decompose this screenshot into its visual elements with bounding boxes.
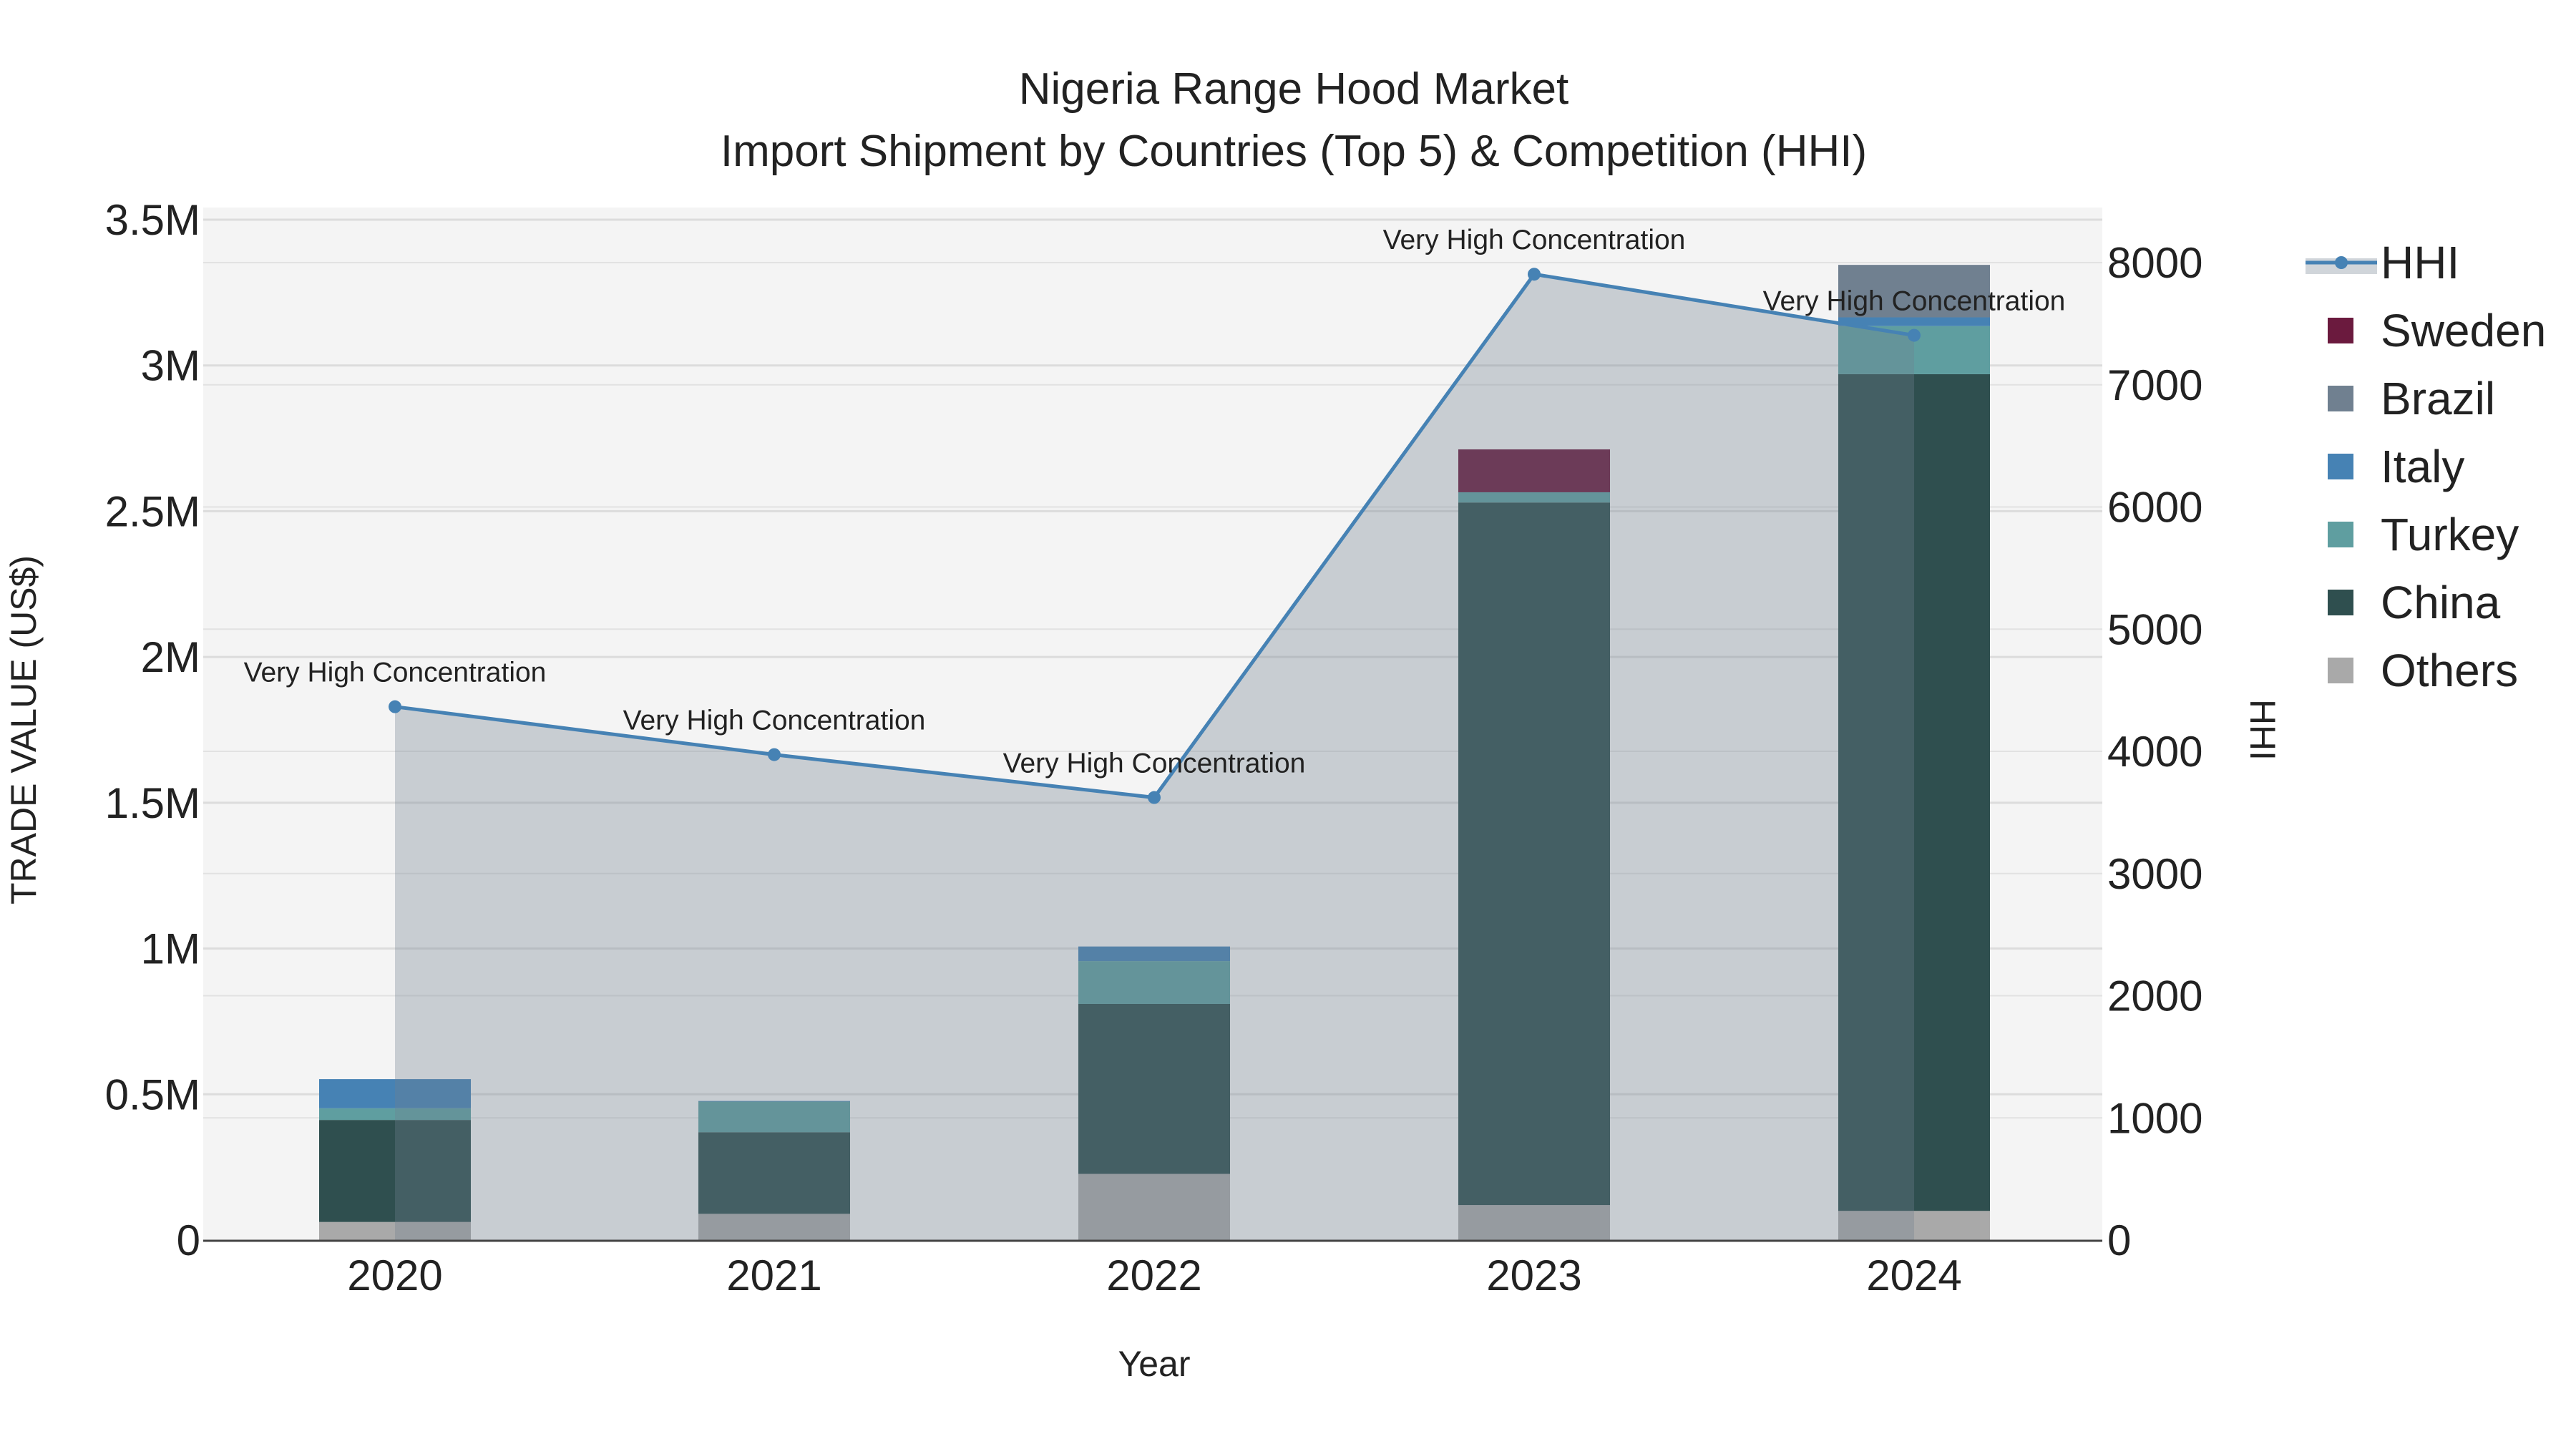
y-tick-label: 3M xyxy=(141,342,200,390)
y2-tick-label: 0 xyxy=(2107,1216,2131,1264)
hhi-annotation: Very High Concentration xyxy=(1003,748,1306,779)
legend-swatch-sweden xyxy=(2328,318,2353,343)
legend-label-sweden: Sweden xyxy=(2381,305,2546,356)
y-tick-label: 1.5M xyxy=(105,779,200,827)
y-tick-label: 1M xyxy=(141,925,200,973)
legend-label-hhi: HHI xyxy=(2381,237,2459,288)
hhi-point-2023 xyxy=(1528,268,1541,281)
legend-swatch-turkey xyxy=(2328,522,2353,547)
y2-tick-label: 1000 xyxy=(2107,1094,2202,1142)
legend-swatch-italy xyxy=(2328,454,2353,479)
y-tick-label: 3.5M xyxy=(105,196,200,244)
hhi-annotation: Very High Concentration xyxy=(1383,225,1686,255)
y2-tick-label: 6000 xyxy=(2107,484,2202,532)
legend-label-turkey: Turkey xyxy=(2381,509,2519,560)
legend-hhi-marker xyxy=(2335,256,2348,269)
y-tick-label: 0.5M xyxy=(105,1070,200,1118)
y2-tick-label: 2000 xyxy=(2107,972,2202,1020)
y2-tick-label: 5000 xyxy=(2107,605,2202,653)
legend-label-italy: Italy xyxy=(2381,441,2464,492)
hhi-point-2024 xyxy=(1908,328,1921,342)
hhi-annotation: Very High Concentration xyxy=(1763,286,2066,317)
chart: Very High Concentration Very High Concent… xyxy=(0,0,2576,1449)
chart-subtitle: Import Shipment by Countries (Top 5) & C… xyxy=(721,127,1867,176)
bar-italy-2024 xyxy=(1838,317,1990,326)
hhi-annotation: Very High Concentration xyxy=(244,658,547,688)
x-tick-label: 2020 xyxy=(347,1252,442,1299)
hhi-point-2021 xyxy=(768,748,781,761)
y2-axis-ticks: 0 1000 2000 3000 4000 5000 6000 7000 8000 xyxy=(2107,239,2202,1264)
legend-label-brazil: Brazil xyxy=(2381,373,2495,424)
hhi-annotation: Very High Concentration xyxy=(623,706,926,736)
y-tick-label: 0 xyxy=(177,1216,200,1264)
x-tick-label: 2021 xyxy=(726,1252,821,1299)
y-axis-label: TRADE VALUE (US$) xyxy=(4,555,44,904)
x-tick-label: 2023 xyxy=(1486,1252,1581,1299)
y2-tick-label: 3000 xyxy=(2107,850,2202,898)
legend-swatch-brazil xyxy=(2328,386,2353,411)
chart-title: Nigeria Range Hood Market xyxy=(1019,64,1569,114)
y2-tick-label: 4000 xyxy=(2107,728,2202,776)
legend-swatch-china xyxy=(2328,590,2353,615)
legend-swatch-others xyxy=(2328,658,2353,683)
y2-tick-label: 8000 xyxy=(2107,239,2202,287)
legend-label-china: China xyxy=(2381,577,2501,628)
legend-label-others: Others xyxy=(2381,645,2518,696)
y-tick-label: 2.5M xyxy=(105,487,200,535)
x-tick-label: 2024 xyxy=(1866,1252,1961,1299)
y-tick-label: 2M xyxy=(141,633,200,681)
y2-axis-label: HHI xyxy=(2243,699,2283,761)
hhi-point-2022 xyxy=(1148,791,1161,804)
x-tick-label: 2022 xyxy=(1106,1252,1201,1299)
x-axis-label: Year xyxy=(1118,1344,1190,1384)
hhi-point-2020 xyxy=(389,700,401,713)
y2-tick-label: 7000 xyxy=(2107,361,2202,409)
